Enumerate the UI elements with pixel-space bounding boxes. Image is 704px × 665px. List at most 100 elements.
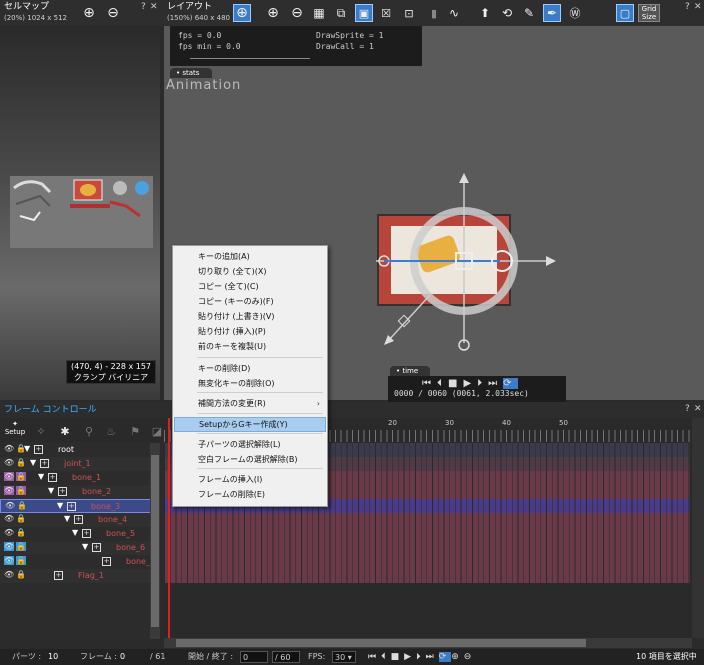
key-pin-icon[interactable]: ⚲ xyxy=(80,422,98,440)
key-add-icon[interactable]: ✧ xyxy=(32,422,50,440)
rotate-icon[interactable]: ⟲ xyxy=(498,4,516,22)
part-checkbox[interactable]: + xyxy=(82,529,91,538)
expand-arrow-icon[interactable]: ▼ xyxy=(82,542,88,551)
move-tool-icon[interactable]: ⊕ xyxy=(233,4,251,22)
step-forward-icon[interactable]: ⏵ xyxy=(477,378,488,389)
context-menu-item[interactable]: 貼り付け (上書き)(V) xyxy=(174,309,326,324)
lock-icon[interactable]: 🔒 xyxy=(16,542,26,551)
context-menu-item[interactable]: 子パーツの選択解除(L) xyxy=(174,437,326,452)
playhead[interactable] xyxy=(168,418,170,640)
lock-icon[interactable]: ▮ xyxy=(425,4,443,22)
layout-help-button[interactable]: ? xyxy=(685,2,690,12)
expand-arrow-icon[interactable]: ▼ xyxy=(72,528,78,537)
skip-start-icon[interactable]: ⏮ xyxy=(422,378,437,389)
start-frame-input[interactable]: 0 xyxy=(240,651,268,663)
context-menu-item[interactable]: 貼り付け (挿入)(P) xyxy=(174,324,326,339)
part-checkbox[interactable]: + xyxy=(58,487,67,496)
key-label-icon[interactable]: ⚑ xyxy=(126,422,144,440)
part-checkbox[interactable]: + xyxy=(92,543,101,552)
zoom-out-icon[interactable]: ⊖ xyxy=(104,4,122,22)
end-frame-input[interactable]: / 60 xyxy=(272,651,300,663)
tree-row[interactable]: 👁 🔒 ▼ + bone_1 xyxy=(0,471,160,485)
zoom-in-icon[interactable]: ⊕ xyxy=(264,4,282,22)
visibility-eye-icon[interactable]: 👁 xyxy=(4,486,15,495)
expand-arrow-icon[interactable]: ▼ xyxy=(57,501,63,510)
zoom-in-icon[interactable]: ⊕ xyxy=(80,4,98,22)
key-settings-icon[interactable]: ✱ xyxy=(56,422,74,440)
context-menu-item[interactable]: フレームの削除(E) xyxy=(174,487,326,502)
loop-icon[interactable]: ⟳ xyxy=(503,378,518,389)
tree-row[interactable]: 👁 🔒 ▼ + bone_3 xyxy=(0,499,160,513)
part-checkbox[interactable]: + xyxy=(54,571,63,580)
visibility-eye-icon[interactable]: 👁 xyxy=(4,444,14,453)
key-drop-icon[interactable]: ♨ xyxy=(102,422,120,440)
expand-arrow-icon[interactable]: ▼ xyxy=(24,444,30,453)
step-back-icon[interactable]: ⏴ xyxy=(381,652,391,662)
loop-icon[interactable]: ⟳ xyxy=(438,652,452,662)
context-menu-item[interactable]: コピー (全て)(C) xyxy=(174,279,326,294)
part-checkbox[interactable]: + xyxy=(67,502,76,511)
stop-icon[interactable]: ■ xyxy=(391,652,405,662)
expand-arrow-icon[interactable]: ▼ xyxy=(38,472,44,481)
context-menu-item[interactable]: 切り取り (全て)(X) xyxy=(174,264,326,279)
time-tab[interactable]: • time xyxy=(390,366,430,376)
expand-arrow-icon[interactable]: ▼ xyxy=(48,486,54,495)
tree-row[interactable]: 👁 🔒 ▼ + root xyxy=(0,443,160,457)
timeline-track[interactable] xyxy=(165,555,690,569)
tree-row[interactable]: 👁 🔒 ▼ + joint_1 xyxy=(0,457,160,471)
stop-icon[interactable]: ■ xyxy=(448,378,463,389)
visibility-eye-icon[interactable]: 👁 xyxy=(4,528,14,537)
stats-tab[interactable]: • stats xyxy=(170,68,212,78)
figure-icon[interactable]: ☒ xyxy=(377,4,395,22)
weight-icon[interactable]: Ⓦ xyxy=(566,4,584,22)
visibility-eye-icon[interactable]: 👁 xyxy=(4,514,14,523)
cellmap-help-button[interactable]: ? xyxy=(141,2,146,12)
skip-start-icon[interactable]: ⏮ xyxy=(368,652,381,662)
tree-row[interactable]: 👁 🔒 + Flag_1 xyxy=(0,569,160,583)
cellmap-close-button[interactable]: ✕ xyxy=(150,2,158,12)
grid-size-button[interactable]: Grid Size xyxy=(638,4,660,22)
context-menu-item[interactable]: コピー (キーのみ)(F) xyxy=(174,294,326,309)
grid-icon[interactable]: ▦ xyxy=(310,4,328,22)
transform-gizmo[interactable] xyxy=(370,165,570,355)
visibility-eye-icon[interactable]: 👁 xyxy=(4,458,14,467)
step-forward-icon[interactable]: ⏵ xyxy=(416,652,426,662)
zoom-out-icon[interactable]: ⊖ xyxy=(464,652,477,662)
visibility-eye-icon[interactable]: 👁 xyxy=(5,501,15,510)
expand-arrow-icon[interactable]: ▼ xyxy=(30,458,36,467)
tree-row[interactable]: 👁 🔒 + bone_7 xyxy=(0,555,160,569)
lock-icon[interactable]: 🔒 xyxy=(17,501,27,510)
context-menu-item[interactable]: 前のキーを複製(U) xyxy=(174,339,326,354)
tree-row[interactable]: 👁 🔒 ▼ + bone_5 xyxy=(0,527,160,541)
part-checkbox[interactable]: + xyxy=(102,557,111,566)
zoom-in-icon[interactable]: ⊕ xyxy=(451,652,464,662)
visibility-eye-icon[interactable]: 👁 xyxy=(4,570,14,579)
visibility-eye-icon[interactable]: 👁 xyxy=(4,472,15,481)
play-icon[interactable]: ▶ xyxy=(463,378,477,389)
fps-select[interactable]: 30 ▾ xyxy=(332,651,356,663)
pen-icon[interactable]: ✒ xyxy=(543,4,561,22)
frame-icon[interactable]: ▣ xyxy=(355,4,373,22)
brush-icon[interactable]: ✎ xyxy=(520,4,538,22)
timeline-vscrollbar[interactable] xyxy=(692,418,704,638)
stats-slider[interactable] xyxy=(190,58,310,59)
context-menu-item[interactable]: SetupからGキー作成(Y) xyxy=(174,417,326,432)
timeline-track[interactable] xyxy=(165,569,690,583)
lock-icon[interactable]: 🔒 xyxy=(16,458,26,467)
context-menu-item[interactable]: 無変化キーの削除(O) xyxy=(174,376,326,391)
part-checkbox[interactable]: + xyxy=(48,473,57,482)
lock-icon[interactable]: 🔒 xyxy=(16,556,26,565)
visibility-eye-icon[interactable]: 👁 xyxy=(4,542,15,551)
frame-help-button[interactable]: ? xyxy=(685,404,690,414)
part-checkbox[interactable]: + xyxy=(74,515,83,524)
zoom-out-icon[interactable]: ⊖ xyxy=(288,4,306,22)
lock-icon[interactable]: 🔒 xyxy=(16,486,26,495)
lock-icon[interactable]: 🔒 xyxy=(16,514,26,523)
layout-close-button[interactable]: ✕ xyxy=(694,2,702,12)
timeline-hscroll-thumb[interactable] xyxy=(176,639,586,647)
curve-icon[interactable]: ∿ xyxy=(445,4,463,22)
crop-icon[interactable]: ⧉ xyxy=(332,4,350,22)
tree-row[interactable]: 👁 🔒 ▼ + bone_6 xyxy=(0,541,160,555)
lock-icon[interactable]: 🔒 xyxy=(16,472,26,481)
bone-icon[interactable]: ⊡ xyxy=(400,4,418,22)
